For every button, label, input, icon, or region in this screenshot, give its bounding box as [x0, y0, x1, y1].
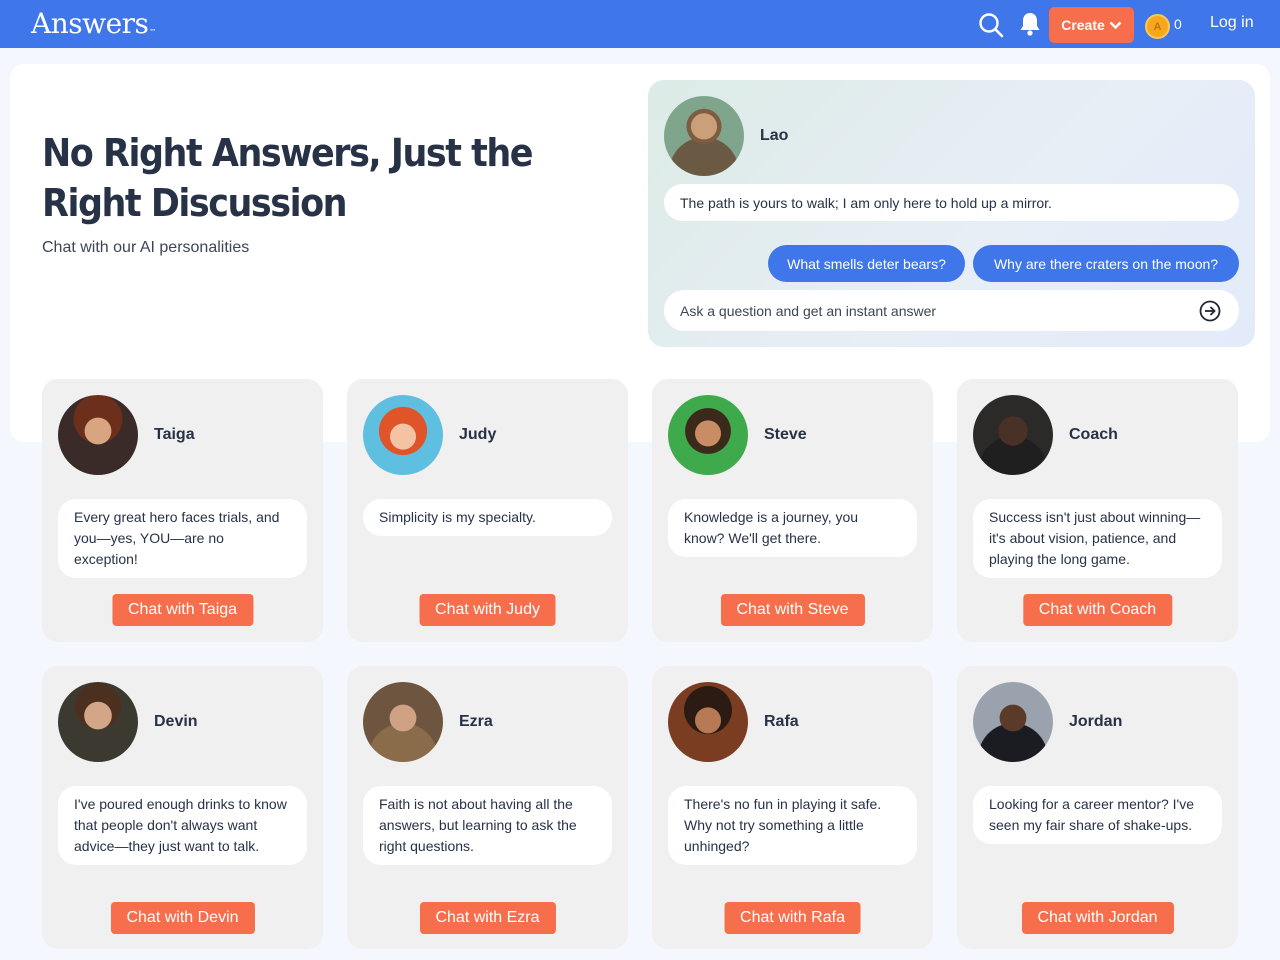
persona-card-steve: Steve Knowledge is a journey, you know? … [652, 379, 933, 642]
steve-avatar[interactable] [668, 395, 748, 475]
lao-avatar[interactable] [664, 96, 744, 176]
persona-quote: There's no fun in playing it safe. Why n… [668, 786, 917, 865]
chat-with-coach-button[interactable]: Chat with Coach [1022, 594, 1173, 626]
persona-card-rafa: Rafa There's no fun in playing it safe. … [652, 666, 933, 949]
persona-card-devin: Devin I've poured enough drinks to know … [42, 666, 323, 949]
persona-quote: I've poured enough drinks to know that p… [58, 786, 307, 865]
persona-quote: Knowledge is a journey, you know? We'll … [668, 499, 917, 557]
persona-name: Coach [1069, 426, 1118, 443]
chevron-down-icon [1109, 21, 1122, 29]
featured-persona-message: The path is yours to walk; I am only her… [664, 184, 1239, 221]
send-arrow-icon[interactable] [1199, 300, 1221, 322]
bell-icon[interactable] [1018, 11, 1042, 37]
ezra-avatar[interactable] [363, 682, 443, 762]
persona-quote: Success isn't just about winning—it's ab… [973, 499, 1222, 578]
persona-quote: Every great hero faces trials, and you—y… [58, 499, 307, 578]
persona-card-ezra: Ezra Faith is not about having all the a… [347, 666, 628, 949]
featured-chat-panel: Lao The path is yours to walk; I am only… [648, 80, 1255, 347]
persona-name: Rafa [764, 713, 799, 730]
persona-name: Steve [764, 426, 807, 443]
chat-with-devin-button[interactable]: Chat with Devin [110, 902, 255, 934]
coin-symbol: A [1153, 20, 1162, 33]
answers-logo[interactable]: Answers™ [31, 7, 156, 41]
persona-name: Ezra [459, 713, 493, 730]
featured-persona-name: Lao [760, 127, 789, 144]
persona-card-taiga: Taiga Every great hero faces trials, and… [42, 379, 323, 642]
chat-with-jordan-button[interactable]: Chat with Jordan [1021, 902, 1174, 934]
logo-text: Answers [31, 7, 149, 40]
judy-avatar[interactable] [363, 395, 443, 475]
suggestion-chip[interactable]: Why are there craters on the moon? [973, 245, 1239, 282]
create-button-label: Create [1061, 17, 1105, 33]
devin-avatar[interactable] [58, 682, 138, 762]
suggestion-chip[interactable]: What smells deter bears? [768, 245, 965, 282]
persona-name: Judy [459, 426, 497, 443]
create-button[interactable]: Create [1049, 7, 1134, 43]
hero-title: No Right Answers, Just the Right Discuss… [42, 131, 534, 225]
persona-name: Taiga [154, 426, 195, 443]
persona-card-coach: Coach Success isn't just about winning—i… [957, 379, 1238, 642]
persona-card-judy: Judy Simplicity is my specialty. Chat wi… [347, 379, 628, 642]
hero-subtitle: Chat with our AI personalities [42, 239, 250, 256]
persona-quote: Faith is not about having all the answer… [363, 786, 612, 865]
rafa-avatar[interactable] [668, 682, 748, 762]
jordan-avatar[interactable] [973, 682, 1053, 762]
persona-name: Jordan [1069, 713, 1123, 730]
chat-with-taiga-button[interactable]: Chat with Taiga [111, 594, 254, 626]
ask-question-box [664, 290, 1239, 331]
persona-quote: Looking for a career mentor? I've seen m… [973, 786, 1222, 844]
search-icon[interactable] [978, 12, 1004, 38]
chat-with-judy-button[interactable]: Chat with Judy [419, 594, 556, 626]
taiga-avatar[interactable] [58, 395, 138, 475]
ask-question-input[interactable] [680, 290, 1180, 331]
persona-quote: Simplicity is my specialty. [363, 499, 612, 536]
persona-card-jordan: Jordan Looking for a career mentor? I've… [957, 666, 1238, 949]
coin-count: 0 [1174, 16, 1182, 32]
chat-with-ezra-button[interactable]: Chat with Ezra [419, 902, 556, 934]
login-link[interactable]: Log in [1210, 14, 1254, 32]
top-navigation-bar: Answers™ Create A 0 Log in [0, 0, 1280, 48]
chat-with-rafa-button[interactable]: Chat with Rafa [724, 902, 861, 934]
chat-with-steve-button[interactable]: Chat with Steve [720, 594, 865, 626]
logo-trademark: ™ [149, 28, 156, 36]
coach-avatar[interactable] [973, 395, 1053, 475]
persona-name: Devin [154, 713, 198, 730]
coin-icon[interactable]: A [1145, 14, 1170, 39]
